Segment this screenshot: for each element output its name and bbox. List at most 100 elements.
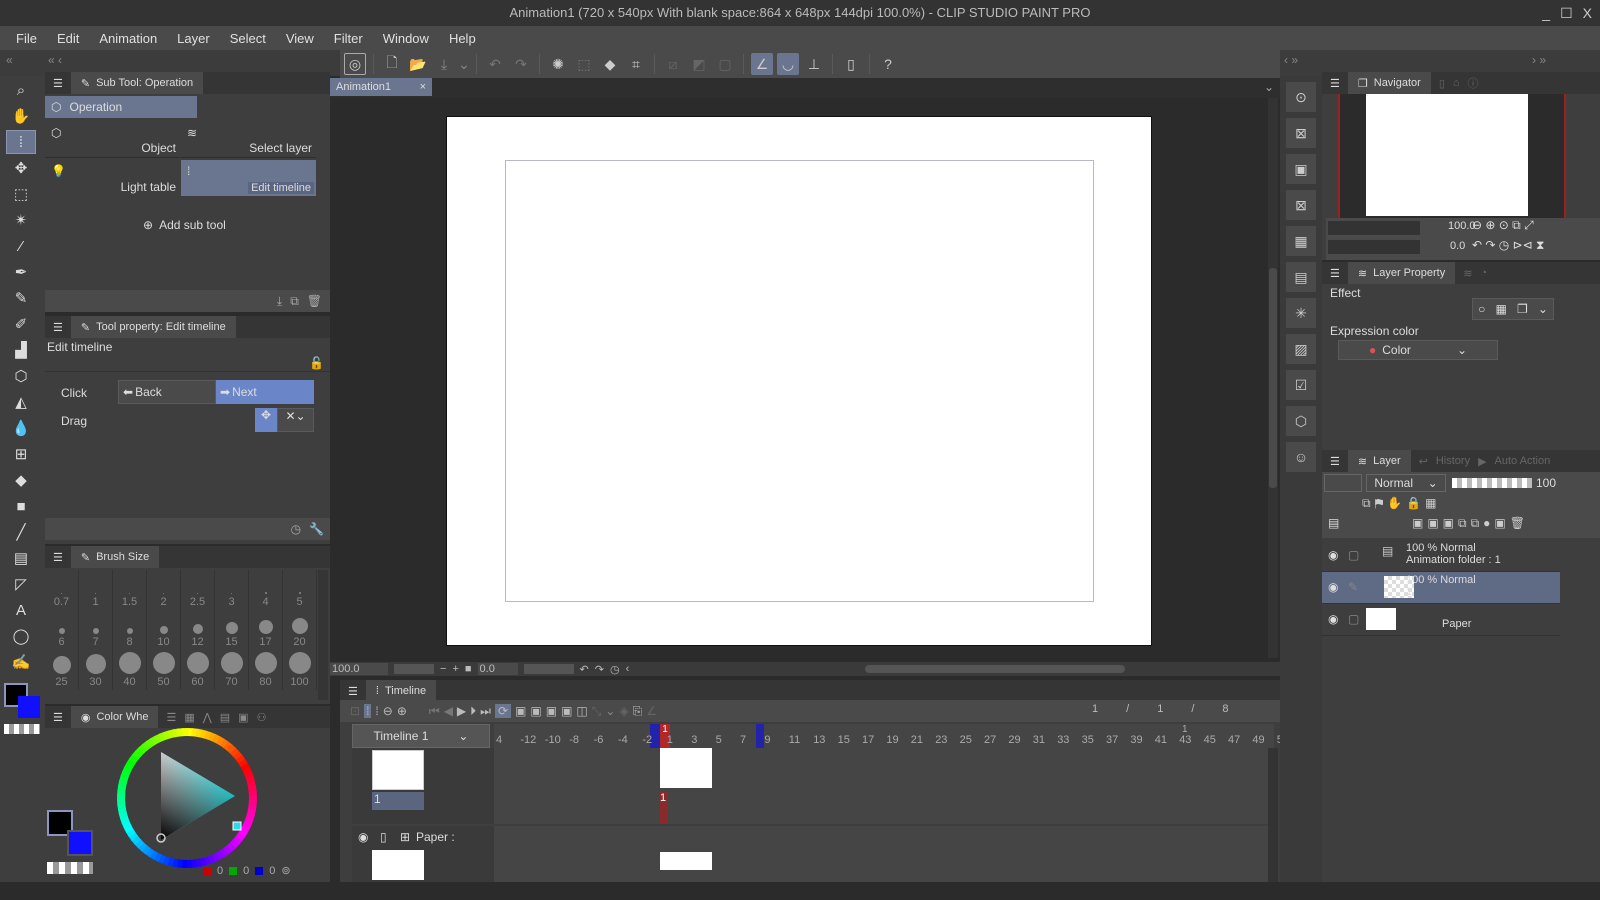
zoom-tool-icon[interactable]: ⌕ <box>6 78 36 102</box>
color-slider-tab-icon[interactable]: ☰ <box>166 711 176 724</box>
move-tool-icon[interactable]: ✥ <box>6 156 36 180</box>
brush-size-cell[interactable]: 17 <box>249 610 283 650</box>
add-sub-tool-button[interactable]: ⊕ Add sub tool <box>143 218 226 232</box>
expand-icon[interactable]: ‹ » <box>1284 53 1298 67</box>
canvas-vertical-scrollbar[interactable] <box>1268 98 1278 658</box>
brush-size-cell[interactable]: 40 <box>113 650 147 690</box>
redo-icon[interactable]: ↷ <box>510 53 532 75</box>
first-frame-icon[interactable]: ⏮ <box>429 704 440 719</box>
correct-line-tool-icon[interactable]: ✍ <box>6 650 36 674</box>
zoom-out-icon[interactable]: ⊖ ⊕ ⊙ ⧉ ⤢ <box>1472 218 1534 233</box>
brush-size-cell[interactable]: 3 <box>215 570 249 610</box>
edit-timeline-mode-icon[interactable]: ⁞ <box>364 704 372 718</box>
figure-tool-icon[interactable]: ╱ <box>6 520 36 544</box>
brush-size-cell[interactable]: 6 <box>45 610 79 650</box>
document-tab[interactable]: Animation1 × <box>330 78 432 96</box>
smartphone-icon[interactable]: ▯ <box>840 53 862 75</box>
navigator-rotation-slider[interactable] <box>1328 240 1420 254</box>
brush-size-cell[interactable]: 7 <box>79 610 113 650</box>
zoom-out-timeline-icon[interactable]: ⊖ <box>383 704 393 718</box>
checkbox[interactable]: ▢ <box>1348 612 1359 626</box>
timeline-select-dropdown[interactable]: Timeline 1 ⌄ <box>352 724 490 748</box>
brush-size-cell[interactable]: 1.5 <box>113 570 147 610</box>
menu-filter[interactable]: Filter <box>324 31 373 46</box>
brush-size-cell[interactable]: 80 <box>249 650 283 690</box>
timeline-graph-icon[interactable]: ⊡ <box>350 704 360 718</box>
pen-icon[interactable]: ∠ <box>646 704 657 718</box>
sub-tool-select-layer[interactable]: ≋ Select layer <box>181 122 316 158</box>
open-icon[interactable]: 📂 <box>407 53 429 75</box>
checkbox[interactable]: ▢ <box>1348 548 1359 562</box>
clear-outside-icon[interactable]: ⬚ <box>573 53 595 75</box>
material-frame-icon[interactable]: ▤ <box>1286 262 1316 292</box>
eyedropper-tool-icon[interactable]: ⁄ <box>6 234 36 258</box>
crop-icon[interactable]: ⌗ <box>625 53 647 75</box>
import-icon[interactable]: ⤓ <box>277 294 282 309</box>
eye-icon[interactable]: ◉ <box>1328 548 1338 562</box>
track-frames-paper[interactable] <box>494 826 1274 882</box>
track-frames-animation[interactable]: 1 <box>494 748 1274 824</box>
panel-menu-icon[interactable]: ☰ <box>1330 267 1340 280</box>
gradient-tool-icon[interactable]: ■ <box>6 494 36 518</box>
new-icon[interactable]: 🗋 <box>381 53 403 75</box>
navigator-shortcut-icon[interactable]: ⊙ <box>1286 82 1316 112</box>
last-frame-icon[interactable]: ⏭ <box>480 704 491 719</box>
brush-size-cell[interactable]: 50 <box>147 650 181 690</box>
sub-tool-light-table[interactable]: 💡 Light table <box>45 160 180 196</box>
loop-icon[interactable]: ⟳ <box>494 704 512 718</box>
rotate-right-icon[interactable]: ↷ <box>595 663 604 676</box>
brush-size-cell[interactable]: 12 <box>181 610 215 650</box>
material-image-icon[interactable]: ▣ <box>1286 154 1316 184</box>
rotate-left-icon[interactable]: ↶ <box>580 663 589 676</box>
drag-move-option[interactable]: ✥ <box>255 408 277 432</box>
fill-tool-icon[interactable]: ◆ <box>6 468 36 492</box>
maximize-button[interactable]: ☐ <box>1560 0 1573 26</box>
navigator-zoom-slider[interactable] <box>1328 221 1420 235</box>
invert-selection-icon[interactable]: ◩ <box>688 53 710 75</box>
layer-row[interactable]: ◉ ✎ 100 % Normal 1 <box>1322 572 1560 604</box>
reset-icon[interactable]: ◷ <box>291 522 301 536</box>
layer-list-icon[interactable]: ▤ <box>1328 516 1339 530</box>
navigator-preview[interactable] <box>1338 94 1566 218</box>
layer-row[interactable]: ◉ ▢ Paper <box>1322 604 1560 636</box>
brush-size-cell[interactable]: 2.5 <box>181 570 215 610</box>
intermediate-color-tab-icon[interactable]: ⋀ <box>203 711 212 724</box>
frame-border-tool-icon[interactable]: ▤ <box>6 546 36 570</box>
brush-size-scrollbar[interactable] <box>318 570 328 700</box>
material-figure-icon[interactable]: ☺ <box>1286 442 1316 472</box>
blend-tool-icon[interactable]: 💧 <box>6 416 36 440</box>
balloon-tool-icon[interactable]: ◯ <box>6 624 36 648</box>
brush-size-cell[interactable]: 2 <box>147 570 181 610</box>
collapse-icon[interactable]: « ‹ <box>48 53 62 67</box>
menu-layer[interactable]: Layer <box>167 31 220 46</box>
material-tone-icon[interactable]: ▦ <box>1286 226 1316 256</box>
save-icon[interactable]: ⤓ <box>433 53 455 75</box>
brush-size-cell[interactable]: 15 <box>215 610 249 650</box>
color-mode-icon[interactable]: ⊚ <box>281 864 290 877</box>
tone-effect-icon[interactable]: ▦ <box>1495 302 1506 316</box>
tab-menu-chevron-icon[interactable]: ⌄ <box>1264 80 1274 94</box>
tab-history[interactable]: History <box>1436 455 1470 467</box>
minimize-button[interactable]: _ <box>1542 0 1550 26</box>
trash-icon[interactable]: 🗑 <box>307 294 322 308</box>
brush-size-cell[interactable]: 5 <box>283 570 317 610</box>
zoom-in-icon[interactable]: + <box>452 663 458 675</box>
sub-tool-group-operation[interactable]: ⬡ Operation <box>45 96 197 118</box>
brush-size-cell[interactable]: 20 <box>283 610 317 650</box>
menu-help[interactable]: Help <box>439 31 486 46</box>
clear-icon[interactable]: ✺ <box>547 53 569 75</box>
text-tool-icon[interactable]: A <box>6 598 36 622</box>
transparent-color-large[interactable] <box>47 862 93 874</box>
panel-menu-icon[interactable]: ☰ <box>348 685 358 698</box>
menu-animation[interactable]: Animation <box>89 31 167 46</box>
cel-thumbnail[interactable] <box>660 748 712 788</box>
clear-keyframe-icon[interactable]: ◈ <box>619 704 628 718</box>
transparent-color-swatch[interactable] <box>4 724 40 734</box>
undo-icon[interactable]: ↶ <box>484 53 506 75</box>
brush-size-cell[interactable]: 70 <box>215 650 249 690</box>
next-button[interactable]: ➡ Next <box>216 380 314 404</box>
wrench-icon[interactable]: 🔧 <box>309 522 324 536</box>
new-animation-cel-icon[interactable]: ▣ <box>530 704 541 718</box>
new-timeline-icon[interactable]: ⁞ <box>375 704 378 718</box>
close-tab-icon[interactable]: × <box>420 81 426 93</box>
